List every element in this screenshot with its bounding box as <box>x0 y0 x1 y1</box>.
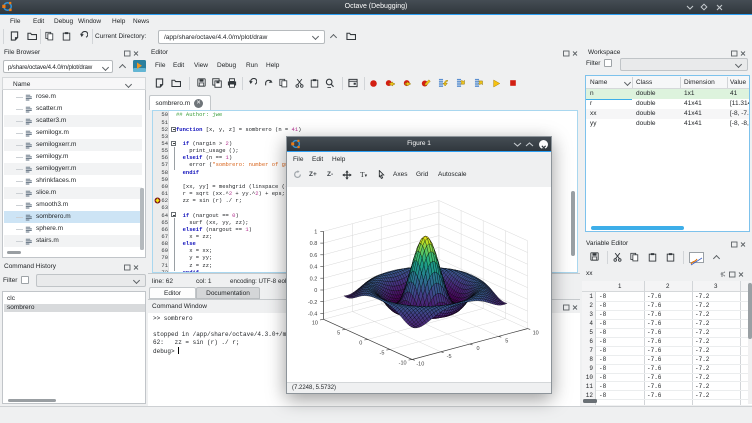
svg-text:-10: -10 <box>399 361 407 367</box>
svg-text:-5: -5 <box>380 351 385 357</box>
svg-text:0: 0 <box>359 341 362 347</box>
svg-text:0: 0 <box>314 288 317 294</box>
svg-text:5: 5 <box>337 330 340 336</box>
svg-text:-5: -5 <box>447 354 452 360</box>
svg-text:0.4: 0.4 <box>310 265 318 271</box>
svg-text:0.2: 0.2 <box>310 276 318 282</box>
svg-text:0: 0 <box>476 346 479 352</box>
svg-text:0.6: 0.6 <box>310 253 318 259</box>
svg-text:-0.2: -0.2 <box>308 300 317 306</box>
svg-text:10: 10 <box>312 320 318 326</box>
svg-text:1: 1 <box>314 230 317 236</box>
svg-text:5: 5 <box>505 338 508 344</box>
svg-text:0.8: 0.8 <box>310 241 318 247</box>
svg-text:10: 10 <box>533 331 539 337</box>
svg-text:-10: -10 <box>416 362 424 368</box>
svg-text:-0.4: -0.4 <box>308 312 317 318</box>
